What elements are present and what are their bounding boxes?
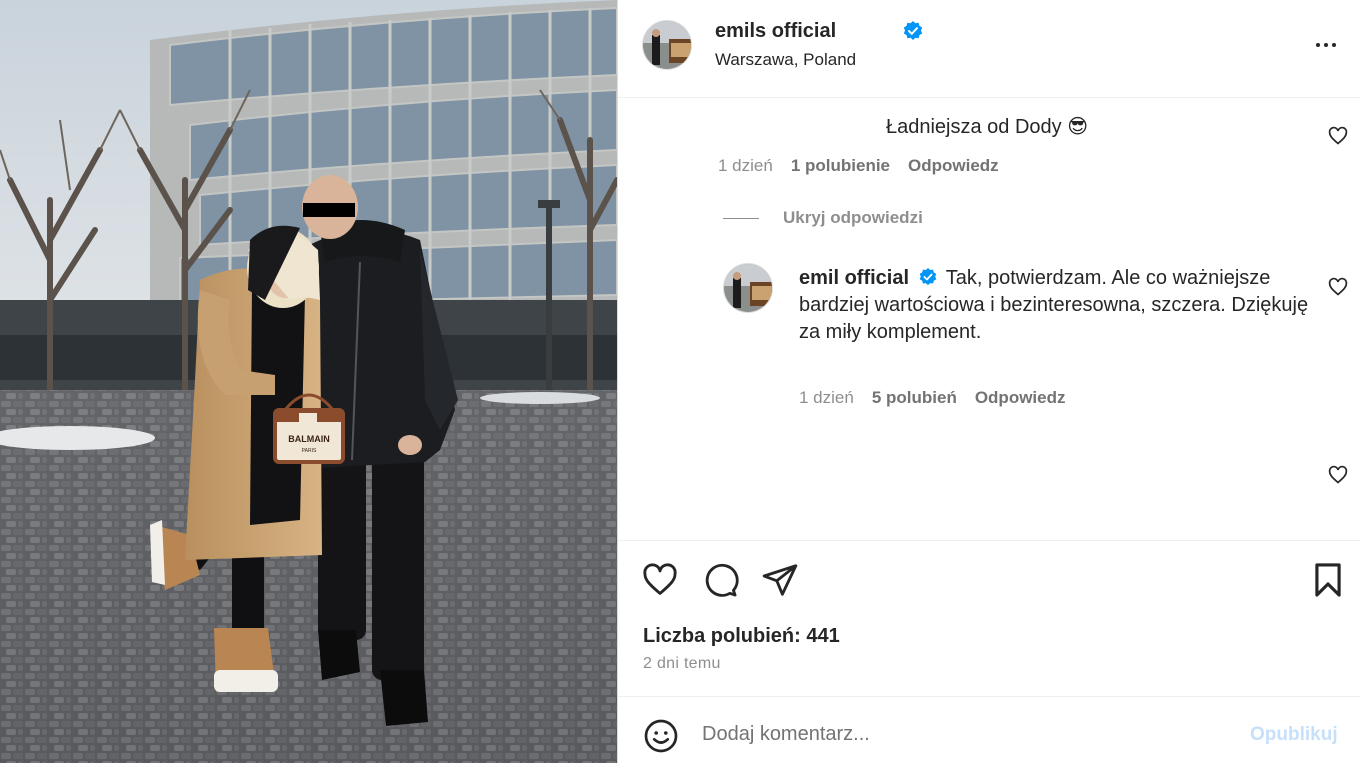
post-timestamp: 2 dni temu [643,655,721,672]
post-location[interactable]: Warszawa, Poland [715,50,856,70]
bookmark-icon[interactable] [1309,561,1347,599]
comment-likes-count[interactable]: 1 polubienie [791,156,890,176]
reply-reply-button[interactable]: Odpowiedz [975,388,1066,408]
divider-line [723,217,759,219]
reply-like-heart-icon[interactable] [1328,277,1348,297]
verified-badge-icon [919,268,936,286]
hide-replies-button[interactable]: Ukryj odpowiedzi [723,208,923,228]
comment-reply-button[interactable]: Odpowiedz [908,156,999,176]
reply-author-avatar[interactable] [723,263,773,313]
publish-button[interactable]: Opublikuj [1250,724,1338,746]
post-photo[interactable]: BALMAIN PARIS [0,0,617,763]
reply-meta: 1 dzień 5 polubień Odpowiedz [799,388,1066,408]
post-actions: Liczba polubień: 441 2 dni temu [618,540,1360,696]
more-options-icon[interactable] [1311,31,1341,59]
comment-like-heart-icon[interactable] [1328,126,1348,146]
caption-like-heart-icon[interactable] [1328,465,1348,485]
reply-body: emil official Tak, potwierdzam. Ale co w… [799,265,1319,346]
comments-list: Ładniejsza od Dody 😎 1 dzień 1 polubieni… [618,98,1360,540]
post-detail-panel: emils official Warszawa, Poland Ładniejs… [617,0,1360,763]
reply-age: 1 dzień [799,388,854,407]
comment-text: Ładniejsza od Dody 😎 [886,116,1089,138]
comment-bubble-icon[interactable] [701,561,739,599]
comment-age: 1 dzień [718,156,773,175]
reply-username[interactable]: emil official [799,267,909,289]
smiley-icon[interactable] [643,718,679,754]
likes-summary[interactable]: Liczba polubień: 441 [643,625,840,648]
bag-brand-subtext: PARIS [302,448,317,454]
comment-meta: 1 dzień 1 polubienie Odpowiedz [718,156,999,176]
author-avatar[interactable] [642,20,692,70]
comment-input[interactable] [702,719,1222,749]
reply-likes-count[interactable]: 5 polubień [872,388,957,408]
paper-plane-icon[interactable] [761,561,799,599]
bag-brand-text: BALMAIN [288,434,330,444]
post-photo-illustration: BALMAIN PARIS [0,0,617,763]
post-header: emils official Warszawa, Poland [618,0,1360,98]
heart-icon[interactable] [641,561,679,599]
add-comment-bar: Opublikuj [618,696,1360,763]
author-username[interactable]: emils official [715,20,836,43]
hide-replies-label: Ukryj odpowiedzi [783,208,923,227]
verified-badge-icon [903,21,923,40]
